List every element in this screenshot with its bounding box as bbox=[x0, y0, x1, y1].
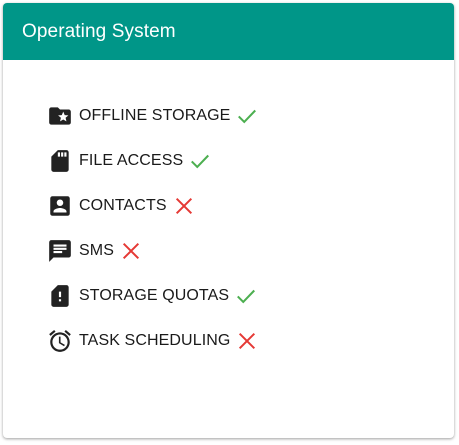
cross-icon bbox=[120, 240, 142, 262]
star-folder-icon bbox=[46, 102, 74, 130]
feature-label: OFFLINE STORAGE bbox=[79, 106, 231, 124]
feature-label: SMS bbox=[79, 241, 114, 259]
check-icon bbox=[189, 150, 211, 172]
feature-label: STORAGE QUOTAS bbox=[79, 286, 230, 304]
sd-card-alert-icon bbox=[46, 282, 74, 310]
check-icon bbox=[236, 105, 258, 127]
os-features-card: Operating System OFFLINE STORAGE FILE AC… bbox=[3, 3, 454, 438]
contact-icon bbox=[46, 192, 74, 220]
card-title: Operating System bbox=[22, 20, 176, 42]
feature-label: CONTACTS bbox=[79, 196, 167, 214]
cross-icon bbox=[173, 195, 195, 217]
sd-card-icon bbox=[46, 147, 74, 175]
feature-item-task-scheduling: TASK SCHEDULING bbox=[46, 313, 258, 368]
cross-icon bbox=[236, 330, 258, 352]
card-header: Operating System bbox=[3, 3, 454, 60]
feature-list: OFFLINE STORAGE FILE ACCESS CONTACTS SMS… bbox=[46, 88, 258, 368]
message-icon bbox=[46, 237, 74, 265]
feature-label: TASK SCHEDULING bbox=[79, 331, 231, 349]
alarm-icon bbox=[46, 327, 74, 355]
check-icon bbox=[235, 285, 257, 307]
feature-label: FILE ACCESS bbox=[79, 151, 184, 169]
